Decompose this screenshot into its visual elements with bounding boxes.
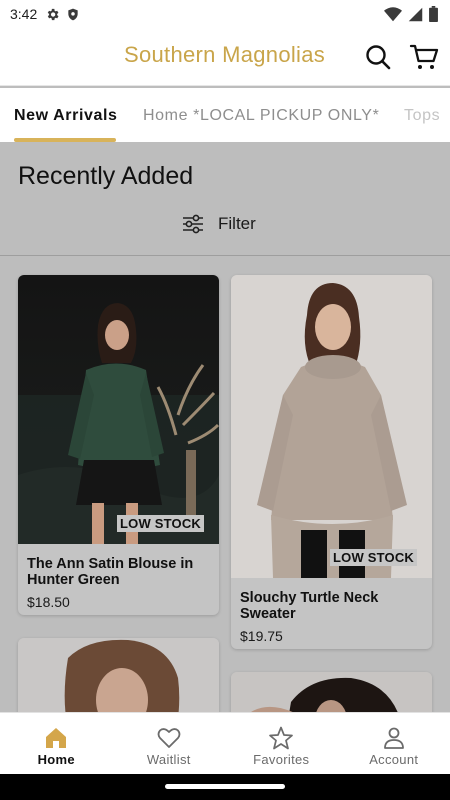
tab-home-local-pickup[interactable]: Home *LOCAL PICKUP ONLY* [143,107,379,125]
settings-gear-icon [48,8,59,20]
person-icon [383,727,404,749]
product-card[interactable]: LOW STOCK The Ann Satin Blouse in Hunter… [18,275,219,615]
nav-favorites-label: Favorites [253,752,310,767]
status-icons-right [384,6,438,22]
home-icon [46,728,67,748]
star-icon [269,726,294,750]
battery-icon [429,6,438,22]
cart-icon[interactable] [409,42,439,72]
wifi-icon [384,6,402,21]
app-title: Southern Magnolias [124,42,326,67]
low-stock-badge: LOW STOCK [117,515,204,532]
app-header: Southern Magnolias [0,28,450,86]
nav-home[interactable]: Home [0,713,113,775]
nav-waitlist[interactable]: Waitlist [113,713,226,775]
home-gesture-pill[interactable] [165,784,285,789]
category-tab-bar: New Arrivals Home *LOCAL PICKUP ONLY* To… [0,88,450,142]
cell-signal-icon [408,7,423,21]
tab-new-arrivals[interactable]: New Arrivals [14,107,118,125]
divider [0,255,450,256]
product-name: The Ann Satin Blouse in Hunter Green [27,556,194,588]
status-icons-left [45,7,80,22]
status-time: 3:42 [10,6,38,22]
status-bar: 3:42 [0,0,450,28]
bottom-navigation: Home Waitlist Favorites Account [0,712,450,774]
low-stock-badge: LOW STOCK [330,549,417,566]
nav-account-label: Account [369,752,419,767]
tab-tops[interactable]: Tops [404,107,440,125]
filter-sliders-icon [183,214,203,234]
product-price: $19.75 [240,628,283,644]
product-image [18,275,219,544]
product-listing: Recently Added Filter LOW STOCK The Ann … [0,142,450,712]
nav-favorites[interactable]: Favorites [225,713,338,775]
product-name: Slouchy Turtle Neck Sweater [240,590,379,622]
filter-button[interactable]: Filter [182,212,256,236]
product-card[interactable]: LOW STOCK Slouchy Turtle Neck Sweater $1… [231,275,432,649]
section-title: Recently Added [18,162,194,190]
product-card[interactable] [231,672,432,712]
filter-label: Filter [218,214,256,233]
search-icon[interactable] [364,43,392,71]
nav-waitlist-label: Waitlist [146,752,191,767]
product-image [231,672,432,712]
product-card[interactable] [18,638,219,712]
product-image [231,275,432,578]
shield-icon [68,8,78,20]
product-image [18,638,219,712]
nav-home-label: Home [37,752,75,767]
product-price: $18.50 [27,594,70,610]
nav-account[interactable]: Account [338,713,450,775]
system-navigation-bar [0,774,450,800]
heart-icon [157,728,181,748]
